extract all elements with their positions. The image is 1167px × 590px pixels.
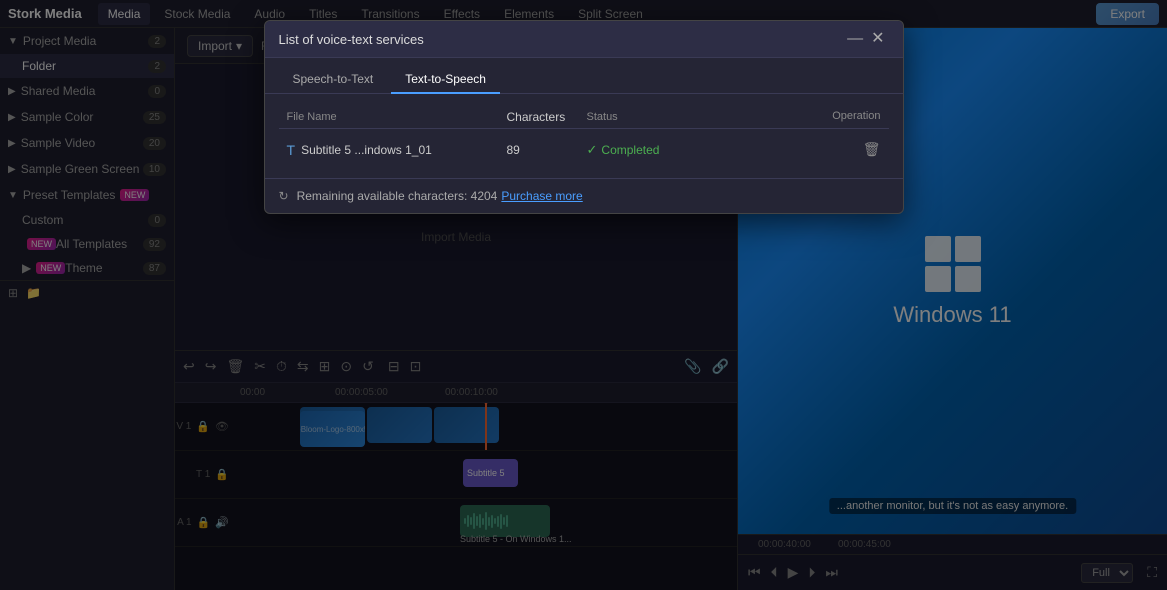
modal-tabs: Speech-to-Text Text-to-Speech bbox=[265, 58, 903, 94]
file-icon: T bbox=[287, 142, 296, 158]
col-header-operation: Operation bbox=[707, 110, 881, 124]
tab-text-to-speech[interactable]: Text-to-Speech bbox=[391, 66, 500, 94]
delete-row-button[interactable]: 🗑 bbox=[863, 141, 881, 158]
modal-header: List of voice-text services — ✕ bbox=[265, 21, 903, 58]
col-header-characters: Characters bbox=[507, 110, 587, 124]
status-cell: ✓ Completed bbox=[587, 142, 707, 158]
modal-body: File Name Characters Status Operation T … bbox=[265, 94, 903, 178]
modal-footer: ↻ Remaining available characters: 4204 P… bbox=[265, 178, 903, 213]
status-check-icon: ✓ bbox=[587, 142, 598, 158]
modal-minimize-button[interactable]: — bbox=[843, 31, 867, 47]
status-badge: Completed bbox=[601, 143, 659, 157]
table-row: T Subtitle 5 ...indows 1_01 89 ✓ Complet… bbox=[279, 133, 889, 166]
modal-overlay: List of voice-text services — ✕ Speech-t… bbox=[0, 0, 1167, 590]
remaining-chars-text: Remaining available characters: 4204 bbox=[297, 189, 498, 203]
refresh-icon[interactable]: ↻ bbox=[279, 189, 289, 203]
col-header-status: Status bbox=[587, 110, 707, 124]
modal-title: List of voice-text services bbox=[279, 32, 844, 47]
purchase-more-link[interactable]: Purchase more bbox=[501, 189, 582, 203]
tab-speech-to-text[interactable]: Speech-to-Text bbox=[279, 66, 388, 94]
operation-cell: 🗑 bbox=[707, 141, 881, 158]
col-header-filename: File Name bbox=[287, 110, 507, 124]
modal-close-button[interactable]: ✕ bbox=[867, 31, 888, 47]
file-name: Subtitle 5 ...indows 1_01 bbox=[301, 143, 432, 157]
voice-text-dialog: List of voice-text services — ✕ Speech-t… bbox=[264, 20, 904, 214]
modal-table-header: File Name Characters Status Operation bbox=[279, 106, 889, 129]
file-name-cell: T Subtitle 5 ...indows 1_01 bbox=[287, 142, 507, 158]
characters-cell: 89 bbox=[507, 143, 587, 157]
